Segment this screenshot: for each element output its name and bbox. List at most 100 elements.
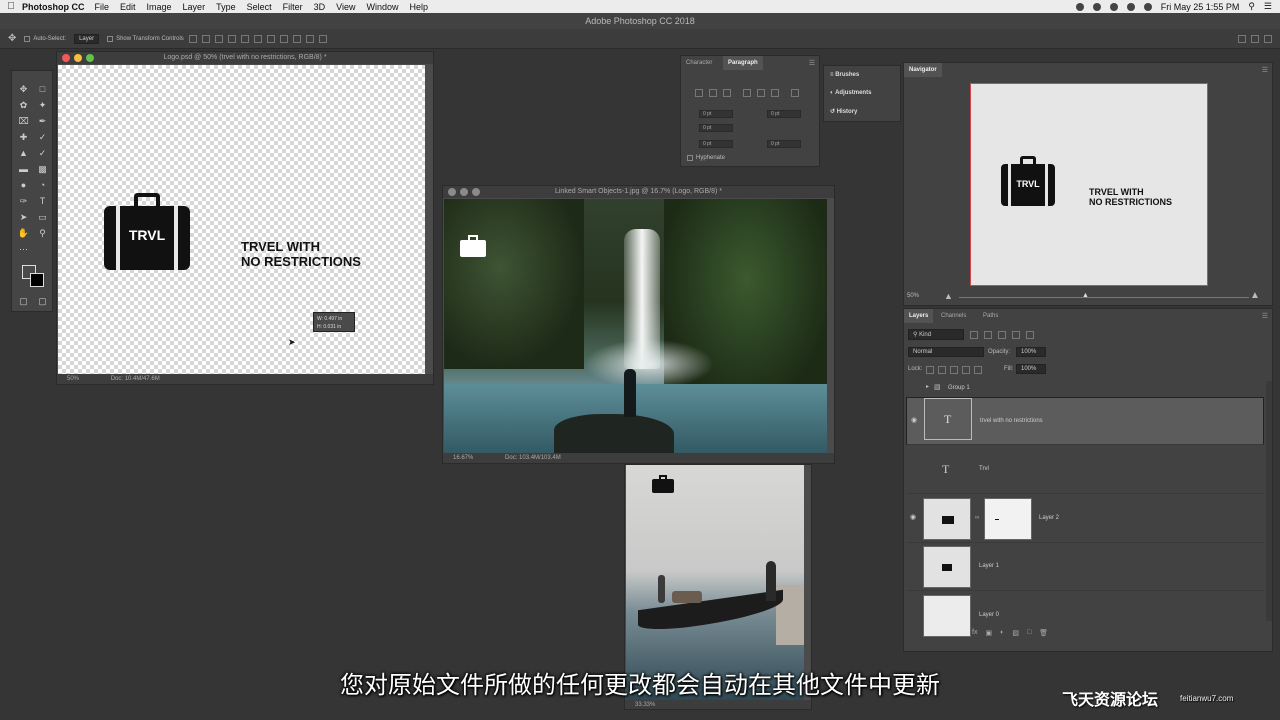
gradient-tool-icon[interactable]: ▩ [36, 163, 49, 175]
document-titlebar[interactable]: Linked Smart Objects-1.jpg @ 16.7% (Logo… [443, 186, 834, 198]
history-brush-tool-icon[interactable]: ✓ [36, 147, 49, 159]
menu-image[interactable]: Image [147, 2, 172, 12]
auto-select-checkbox[interactable] [24, 35, 31, 42]
menu-window[interactable]: Window [366, 2, 398, 12]
lock-paint-icon[interactable] [938, 366, 946, 374]
menu-select[interactable]: Select [247, 2, 272, 12]
status-app-icon[interactable] [1092, 2, 1101, 11]
move-tool-icon[interactable]: ✥ [17, 83, 30, 95]
panel-menu-icon[interactable]: ☰ [1262, 66, 1268, 74]
distribute-icon[interactable] [279, 34, 288, 43]
tab-character[interactable]: Character [681, 56, 717, 70]
justify-all-icon[interactable] [791, 89, 799, 97]
stamp-tool-icon[interactable]: ▲ [17, 147, 30, 159]
filter-adjustment-icon[interactable] [984, 331, 992, 339]
close-icon[interactable] [62, 54, 70, 62]
adjustments-panel-button[interactable]: ◐ Adjustments [830, 90, 871, 96]
layers-scrollbar[interactable] [1266, 381, 1272, 621]
navigator-zoom[interactable]: 50% [907, 293, 919, 299]
zoom-out-icon[interactable]: ▲ [944, 291, 953, 301]
zoom-slider[interactable] [959, 297, 1249, 298]
document-titlebar[interactable]: Logo.psd @ 50% (trvel with no restrictio… [57, 52, 433, 64]
blend-mode-select[interactable]: Normal [908, 347, 984, 357]
opacity-field[interactable]: 100% [1016, 347, 1046, 357]
visibility-eye-icon[interactable]: ◉ [911, 416, 917, 424]
minimize-icon[interactable] [460, 188, 468, 196]
justify-center-icon[interactable] [757, 89, 765, 97]
auto-select-option[interactable]: Auto-Select: [24, 35, 66, 42]
indent-left-field[interactable]: 0 pt [699, 110, 733, 118]
zoom-icon[interactable] [472, 188, 480, 196]
3d-mode-icon[interactable] [305, 34, 314, 43]
healing-tool-icon[interactable]: ✚ [17, 131, 30, 143]
menu-layer[interactable]: Layer [183, 2, 206, 12]
pen-tool-icon[interactable]: ✑ [17, 195, 30, 207]
space-after-field[interactable]: 0 pt [767, 140, 801, 148]
indent-right-field[interactable]: 0 pt [767, 110, 801, 118]
group-expand-icon[interactable]: ▸ [926, 383, 929, 390]
zoom-level[interactable]: 50% [67, 376, 79, 382]
menu-edit[interactable]: Edit [120, 2, 136, 12]
layer-row[interactable]: ◉ T trvel with no restrictions [906, 397, 1264, 445]
align-center-icon[interactable] [201, 34, 210, 43]
crop-tool-icon[interactable]: ⌧ [17, 115, 30, 127]
menu-list-icon[interactable]: ☰ [1264, 1, 1272, 12]
move-tool-icon[interactable]: ✥ [8, 33, 16, 44]
space-before-field[interactable]: 0 pt [699, 140, 733, 148]
align-right-icon[interactable] [214, 34, 223, 43]
brushes-panel-button[interactable]: ≡ Brushes [830, 72, 859, 78]
justify-left-icon[interactable] [743, 89, 751, 97]
zoom-in-icon[interactable]: ▲ [1250, 290, 1260, 301]
brush-tool-icon[interactable]: ✓ [36, 131, 49, 143]
fill-field[interactable]: 100% [1016, 364, 1046, 374]
search-icon[interactable]: ⚲ [1248, 1, 1255, 12]
layer-group-row[interactable]: ▸ ▧ Group 1 [904, 381, 1262, 395]
hyphenate-option[interactable]: Hyphenate [687, 155, 725, 161]
layer-row[interactable]: ◉ ∞ Layer 2 [906, 495, 1264, 543]
battery-icon[interactable] [1143, 2, 1152, 11]
more-tools-icon[interactable]: ⋯ [17, 243, 30, 255]
eraser-tool-icon[interactable]: ▬ [17, 163, 30, 175]
lasso-tool-icon[interactable]: ✿ [17, 99, 30, 111]
justify-right-icon[interactable] [771, 89, 779, 97]
align-middle-icon[interactable] [240, 34, 249, 43]
quick-mask-icon[interactable]: ▢ [17, 295, 30, 307]
layer-row[interactable]: Layer 0 [906, 592, 1264, 640]
lock-pixels-icon[interactable] [926, 366, 934, 374]
layer-row[interactable]: T Trvl [906, 446, 1264, 494]
tab-paragraph[interactable]: Paragraph [723, 56, 763, 70]
waterfall-photo[interactable] [444, 199, 827, 455]
tab-channels[interactable]: Channels [936, 309, 971, 323]
path-select-tool-icon[interactable]: ➤ [17, 211, 30, 223]
filter-smart-object-icon[interactable] [1026, 331, 1034, 339]
zoom-level[interactable]: 16.67% [453, 455, 473, 461]
status-app-icon[interactable] [1075, 2, 1084, 11]
hyphenate-checkbox[interactable] [687, 155, 693, 161]
layer-mask-thumbnail[interactable] [984, 498, 1032, 540]
menu-type[interactable]: Type [216, 2, 236, 12]
menu-filter[interactable]: Filter [283, 2, 303, 12]
mask-link-icon[interactable]: ∞ [975, 515, 979, 521]
indent-first-line-field[interactable]: 0 pt [699, 124, 733, 132]
close-icon[interactable] [448, 188, 456, 196]
layer-select[interactable]: Layer [74, 33, 100, 44]
zoom-level[interactable]: 33.33% [635, 702, 655, 708]
quick-select-tool-icon[interactable]: ✦ [36, 99, 49, 111]
apple-icon[interactable]:  [0, 1, 22, 12]
search-icon[interactable] [1238, 34, 1246, 43]
tab-layers[interactable]: Layers [904, 309, 934, 323]
background-color-swatch[interactable] [30, 273, 44, 287]
show-transform-checkbox[interactable] [107, 35, 114, 42]
3d-mode-icon[interactable] [292, 34, 301, 43]
panel-menu-icon[interactable]: ☰ [809, 59, 815, 67]
workspace-icon[interactable] [1251, 34, 1259, 43]
clock[interactable]: Fri May 25 1:55 PM [1161, 2, 1240, 12]
tab-navigator[interactable]: Navigator [904, 63, 942, 77]
lock-position-icon[interactable] [950, 366, 958, 374]
visibility-eye-icon[interactable]: ◉ [910, 513, 916, 521]
lock-all-icon[interactable] [974, 366, 982, 374]
menu-view[interactable]: View [336, 2, 355, 12]
distribute-icon[interactable] [266, 34, 275, 43]
type-tool-icon[interactable]: T [36, 195, 49, 207]
panel-menu-icon[interactable]: ☰ [1262, 312, 1268, 320]
